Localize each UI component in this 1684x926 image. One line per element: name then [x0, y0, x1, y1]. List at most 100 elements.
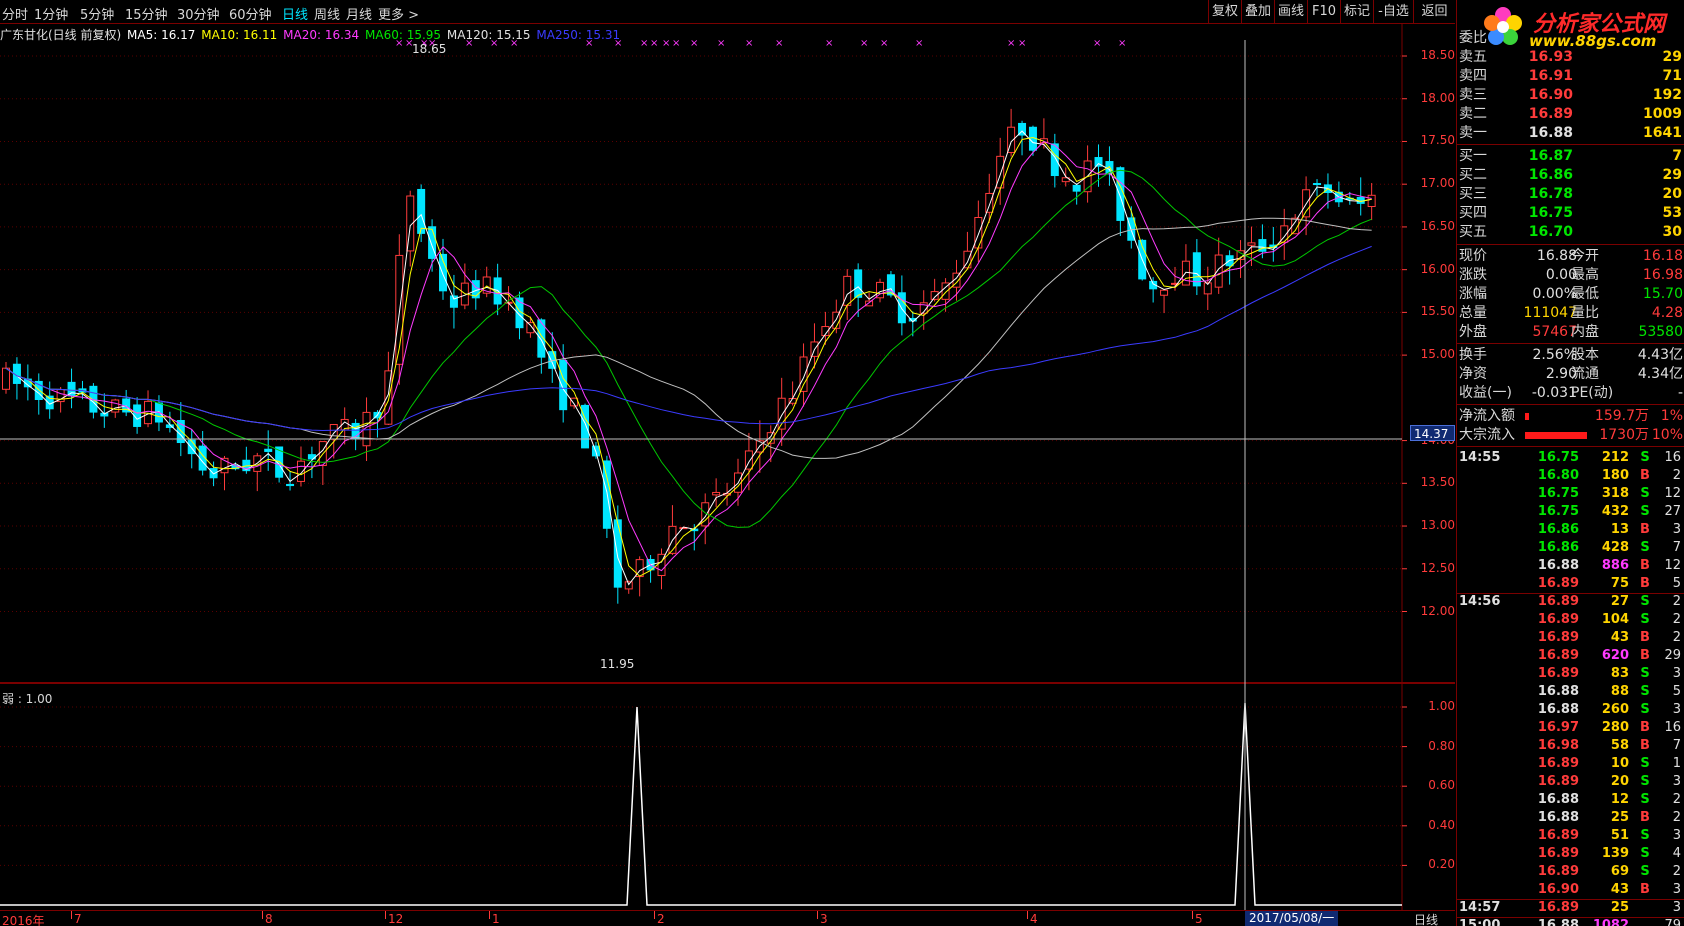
signal-marker: ×: [690, 38, 698, 49]
candle-body: [854, 269, 863, 298]
tick-time: 14:56: [1459, 594, 1501, 609]
tick-count: 4: [1672, 846, 1681, 861]
bid-price: 16.78: [1528, 186, 1573, 202]
date-tick-label: 1: [492, 912, 500, 926]
tick-direction: B: [1640, 630, 1650, 645]
bid-volume: 53: [1662, 205, 1682, 221]
tick-volume: 27: [1610, 594, 1629, 609]
signal-marker: ×: [640, 38, 648, 49]
stock-terminal: 分时 1分钟 5分钟 15分钟 30分钟 60分钟 日线 周线 月线 更多 > …: [0, 0, 1684, 926]
candle-body: [1050, 143, 1059, 177]
candle-body: [2, 367, 10, 390]
ask-volume: 1641: [1643, 125, 1682, 141]
bid-volume: 20: [1662, 186, 1682, 202]
tick-count: 12: [1664, 558, 1681, 573]
tick-volume: 139: [1601, 846, 1629, 861]
date-tick-label: 12: [388, 912, 404, 926]
stat-value: 2.56%: [1532, 347, 1577, 363]
tick-volume: 69: [1610, 864, 1629, 879]
flow-row: 大宗流入 1730万 10%: [1457, 426, 1684, 445]
period-indicator-button[interactable]: 日线: [1414, 911, 1438, 926]
quote-label: 现价: [1459, 248, 1487, 264]
tick-direction: S: [1640, 666, 1650, 681]
quote-label: 最高: [1571, 267, 1599, 283]
candle-body: [296, 460, 305, 482]
signal-marker: ×: [672, 38, 680, 49]
ma250-line: [5, 245, 1372, 432]
tick-count: 12: [1664, 486, 1681, 501]
tick-volume: 620: [1601, 648, 1629, 663]
signal-marker: ×: [650, 38, 658, 49]
indicator-tick-label: 0.20: [1428, 857, 1455, 872]
tick-volume: 43: [1610, 882, 1629, 897]
tick-row: 16.86 13 B 3: [1457, 521, 1684, 539]
tick-price: 16.86: [1537, 522, 1579, 537]
cursor-date-label: 2017/05/08/一: [1245, 911, 1339, 926]
bid-label: 买一: [1459, 148, 1487, 164]
tick-row: 16.88 25 B 2: [1457, 809, 1684, 827]
price-tick-label: 16.00: [1420, 261, 1455, 276]
tick-volume: 280: [1601, 720, 1629, 735]
signal-marker: ×: [1093, 38, 1101, 49]
tick-row: 16.75 432 S 27: [1457, 503, 1684, 521]
tick-count: 5: [1672, 684, 1681, 699]
tick-price: 16.80: [1537, 468, 1579, 483]
tick-direction: S: [1640, 828, 1650, 843]
tick-row: 16.80 180 B 2: [1457, 467, 1684, 485]
stat-value: -: [1677, 385, 1683, 401]
tick-volume: 20: [1610, 774, 1629, 789]
date-tick-label: 3: [820, 912, 828, 926]
bid-price: 16.70: [1528, 224, 1573, 240]
bid-label: 买五: [1459, 224, 1487, 240]
candle-body: [1313, 183, 1322, 186]
ask-label: 卖二: [1459, 106, 1487, 122]
tick-volume: 10: [1610, 756, 1629, 771]
low-price-label: 11.95: [600, 657, 635, 671]
tick-count: 5: [1672, 576, 1681, 591]
tick-row: 16.88 12 S 2: [1457, 791, 1684, 809]
tick-volume: 318: [1601, 486, 1629, 501]
tick-row: 16.89 43 B 2: [1457, 629, 1684, 647]
signal-marker: ×: [490, 38, 498, 49]
tick-row: 16.75 318 S 12: [1457, 485, 1684, 503]
tick-price: 16.89: [1537, 594, 1579, 609]
tick-price: 16.88: [1537, 810, 1579, 825]
signal-marker: ×: [614, 38, 622, 49]
quote-value: 16.88: [1536, 248, 1577, 264]
tick-count: 29: [1664, 648, 1681, 663]
tick-row: 16.89 51 S 3: [1457, 827, 1684, 845]
tick-direction: B: [1640, 882, 1650, 897]
tick-row: 16.89 620 B 29: [1457, 647, 1684, 665]
date-axis: 2016年 7 8 12 1 2 3 4 5: [0, 910, 1455, 926]
tick-time: 14:57: [1459, 900, 1501, 915]
ask-volume: 192: [1652, 87, 1682, 103]
candle-body: [1214, 254, 1223, 288]
tick-price: 16.89: [1537, 864, 1579, 879]
candlestick-chart[interactable]: × × × × × × × × × × × × × × × × × × × × × × × × ×: [0, 0, 1455, 926]
quote-row: 总量 111047 量比 4.28: [1457, 304, 1684, 323]
tick-count: 2: [1672, 612, 1681, 627]
flow-value: 159.7万: [1594, 408, 1649, 424]
stat-value: 4.43亿: [1637, 347, 1683, 363]
candle-body: [1116, 167, 1125, 221]
tick-price: 16.86: [1537, 540, 1579, 555]
candle-body: [712, 491, 721, 496]
tick-direction: S: [1640, 486, 1650, 501]
quote-label: 涨跌: [1459, 267, 1487, 283]
tick-price: 16.75: [1537, 504, 1579, 519]
date-tick-label: 7: [74, 912, 82, 926]
stat-label: 股本: [1571, 347, 1599, 363]
tick-price: 16.89: [1537, 630, 1579, 645]
quote-label: 总量: [1459, 305, 1487, 321]
tick-direction: S: [1640, 792, 1650, 807]
tick-price: 16.88: [1537, 792, 1579, 807]
signal-marker: ×: [915, 38, 923, 49]
ma20-line: [5, 140, 1372, 572]
ask-row: 卖三 16.90 192: [1457, 86, 1684, 105]
tick-price: 16.97: [1537, 720, 1579, 735]
ask-price: 16.90: [1528, 87, 1573, 103]
date-tick-label: 2: [657, 912, 665, 926]
tick-direction: S: [1640, 540, 1650, 555]
tick-count: 3: [1672, 774, 1681, 789]
price-tick-label: 15.00: [1420, 347, 1455, 362]
